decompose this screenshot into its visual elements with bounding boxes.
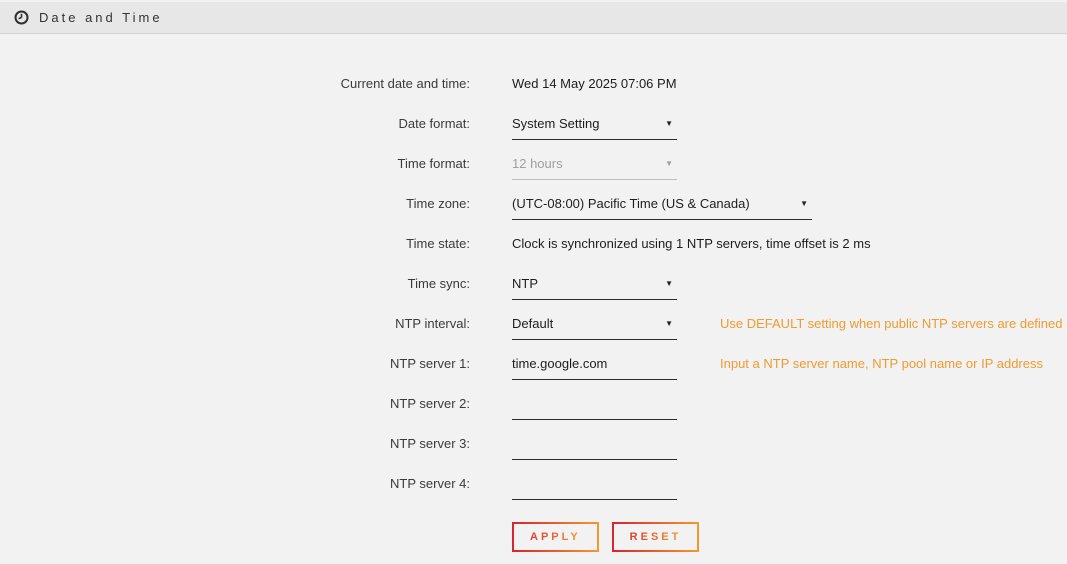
time-format-value: 12 hours <box>512 156 563 171</box>
ntp-interval-value: Default <box>512 316 553 331</box>
ntp-server-4-label: NTP server 4: <box>0 476 470 500</box>
row-time-sync: Time sync: NTP ▼ <box>0 260 1067 300</box>
ntp-server-3-field <box>512 432 677 460</box>
time-sync-value: NTP <box>512 276 538 291</box>
ntp-interval-label: NTP interval: <box>0 316 470 340</box>
current-datetime-value: Wed 14 May 2025 07:06 PM <box>512 76 677 100</box>
date-time-form: Current date and time: Wed 14 May 2025 0… <box>0 34 1067 552</box>
row-date-format: Date format: System Setting ▼ <box>0 100 1067 140</box>
row-ntp-server-2: NTP server 2: <box>0 380 1067 420</box>
date-format-select[interactable]: System Setting ▼ <box>512 112 677 140</box>
row-ntp-interval: NTP interval: Default ▼ Use DEFAULT sett… <box>0 300 1067 340</box>
row-current-datetime: Current date and time: Wed 14 May 2025 0… <box>0 60 1067 100</box>
row-ntp-server-1: NTP server 1: Input a NTP server name, N… <box>0 340 1067 380</box>
ntp-server-2-field <box>512 392 677 420</box>
ntp-server-4-input[interactable] <box>512 476 675 491</box>
row-time-format: Time format: 12 hours ▼ <box>0 140 1067 180</box>
row-ntp-server-3: NTP server 3: <box>0 420 1067 460</box>
caret-down-icon: ▼ <box>665 320 675 328</box>
time-sync-select[interactable]: NTP ▼ <box>512 272 677 300</box>
ntp-server-2-label: NTP server 2: <box>0 396 470 420</box>
ntp-server-1-field <box>512 352 677 380</box>
date-format-value: System Setting <box>512 116 599 131</box>
row-ntp-server-4: NTP server 4: <box>0 460 1067 500</box>
ntp-interval-hint: Use DEFAULT setting when public NTP serv… <box>720 316 1063 340</box>
caret-down-icon: ▼ <box>665 160 675 168</box>
ntp-server-3-input[interactable] <box>512 436 675 451</box>
time-state-value: Clock is synchronized using 1 NTP server… <box>512 236 871 260</box>
apply-button-label: APPLY <box>530 531 581 543</box>
row-time-state: Time state: Clock is synchronized using … <box>0 220 1067 260</box>
ntp-server-2-input[interactable] <box>512 396 675 411</box>
ntp-server-3-label: NTP server 3: <box>0 436 470 460</box>
time-format-select: 12 hours ▼ <box>512 152 677 180</box>
time-zone-value: (UTC-08:00) Pacific Time (US & Canada) <box>512 196 750 211</box>
page-title: Date and Time <box>39 10 163 25</box>
ntp-server-1-hint: Input a NTP server name, NTP pool name o… <box>720 356 1043 380</box>
row-time-zone: Time zone: (UTC-08:00) Pacific Time (US … <box>0 180 1067 220</box>
ntp-server-4-field <box>512 472 677 500</box>
time-state-label: Time state: <box>0 236 470 260</box>
clock-icon <box>14 10 29 25</box>
ntp-server-1-input[interactable] <box>512 356 675 371</box>
apply-button[interactable]: APPLY <box>512 522 599 552</box>
form-actions: APPLY RESET <box>512 522 1067 552</box>
time-zone-select[interactable]: (UTC-08:00) Pacific Time (US & Canada) ▼ <box>512 192 812 220</box>
current-datetime-label: Current date and time: <box>0 76 470 100</box>
caret-down-icon: ▼ <box>800 200 810 208</box>
time-sync-label: Time sync: <box>0 276 470 300</box>
caret-down-icon: ▼ <box>665 280 675 288</box>
caret-down-icon: ▼ <box>665 120 675 128</box>
date-format-label: Date format: <box>0 116 470 140</box>
reset-button-label: RESET <box>630 531 682 543</box>
date-time-panel-header: Date and Time <box>0 2 1067 34</box>
time-zone-label: Time zone: <box>0 196 470 220</box>
ntp-server-1-label: NTP server 1: <box>0 356 470 380</box>
reset-button[interactable]: RESET <box>612 522 700 552</box>
ntp-interval-select[interactable]: Default ▼ <box>512 312 677 340</box>
time-format-label: Time format: <box>0 156 470 180</box>
